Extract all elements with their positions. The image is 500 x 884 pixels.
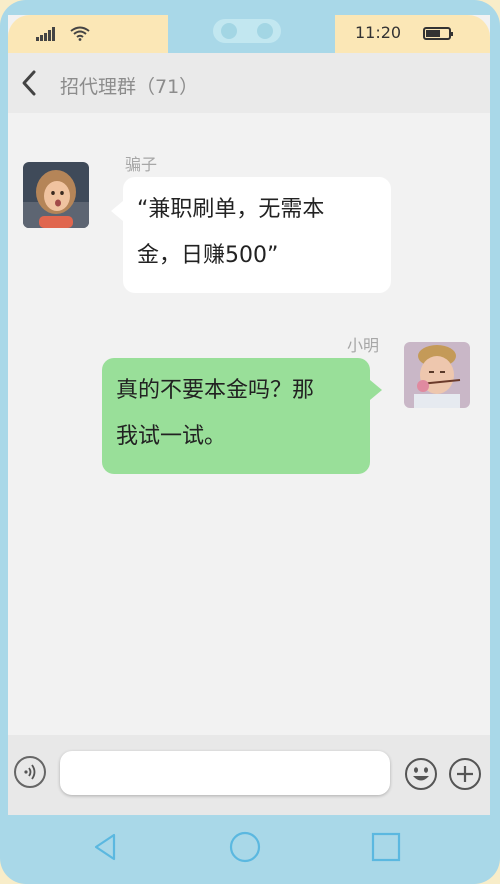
plus-icon[interactable] [448, 757, 482, 791]
message-line: “兼职刷单，无需本 [137, 197, 325, 222]
chat-screen: 11:20 招代理群（71） 骗子 “兼职刷单，无需本 金，日赚500” 小明 … [8, 15, 490, 815]
status-bar-right: 11:20 [335, 15, 490, 53]
battery-icon [423, 27, 453, 40]
boy-avatar-image [404, 342, 470, 408]
clock: 11:20 [355, 23, 402, 42]
signal-icon [36, 27, 55, 41]
chat-title: 招代理群（71） [60, 76, 199, 98]
phone-frame: 11:20 招代理群（71） 骗子 “兼职刷单，无需本 金，日赚500” 小明 … [0, 0, 500, 884]
square-recent-icon[interactable] [368, 829, 404, 865]
input-bar [8, 735, 490, 815]
message-input[interactable] [60, 751, 390, 795]
message-bubble-outgoing[interactable]: 真的不要本金吗？那 我试一试。 [102, 358, 382, 474]
message-line: 真的不要本金吗？那 [116, 378, 315, 403]
message-line: 金，日赚500” [137, 243, 279, 268]
girl-avatar-image [23, 162, 89, 228]
status-bar-left [8, 15, 168, 53]
avatar-me[interactable] [404, 342, 470, 408]
sender-name-scammer: 骗子 [125, 155, 158, 174]
message-line: 我试一试。 [116, 424, 227, 449]
avatar-scammer[interactable] [23, 162, 89, 228]
emoji-icon[interactable] [404, 757, 438, 791]
chevron-left-icon[interactable] [16, 67, 44, 99]
message-bubble-incoming[interactable]: “兼职刷单，无需本 金，日赚500” [111, 177, 391, 293]
voice-icon [24, 764, 36, 780]
voice-button[interactable] [14, 756, 46, 788]
chat-header: 招代理群（71） [8, 53, 490, 113]
sender-name-me: 小明 [347, 336, 380, 355]
triangle-back-icon[interactable] [88, 829, 124, 865]
system-nav-bar [0, 815, 500, 884]
camera [213, 19, 281, 43]
wifi-icon [70, 26, 90, 41]
circle-home-icon[interactable] [227, 829, 263, 865]
